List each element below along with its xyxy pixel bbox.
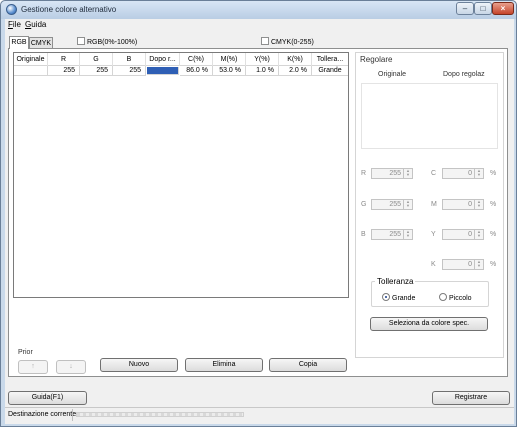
rgb-percent-option[interactable]: RGB(0%-100%) — [77, 37, 137, 47]
spin-arrows-icon[interactable]: ▲ ▼ — [474, 230, 483, 239]
minimize-button[interactable]: – — [456, 2, 474, 15]
color-table: Originale R G B Dopo r... C(%) M(%) Y(%)… — [13, 52, 349, 298]
regolare-col-dopo: Dopo regolaz — [443, 71, 485, 78]
b-label: B — [361, 231, 366, 238]
c-percent: % — [490, 170, 497, 177]
col-header-r[interactable]: R — [48, 53, 80, 66]
cmyk-range-checkbox[interactable] — [261, 37, 269, 45]
status-separator — [72, 409, 73, 421]
regolare-title: Regolare — [360, 55, 393, 64]
cell-g: 255 — [80, 66, 113, 76]
g-stepper[interactable]: 255 ▲ ▼ — [371, 199, 413, 210]
spin-arrows-icon[interactable]: ▲ ▼ — [403, 230, 412, 239]
c-value: 0 — [468, 170, 472, 177]
b-value: 255 — [389, 231, 401, 238]
radio-piccolo[interactable] — [439, 293, 447, 301]
copia-button[interactable]: Copia — [269, 358, 347, 372]
radio-grande[interactable] — [382, 293, 390, 301]
col-header-dopo[interactable]: Dopo r... — [146, 53, 180, 66]
app-window: Gestione colore alternativo – □ × File G… — [0, 0, 517, 427]
seleziona-colore-button[interactable]: Seleziona da colore spec. — [370, 317, 488, 331]
app-icon — [6, 4, 17, 15]
c-label: C — [431, 170, 437, 177]
registrare-button[interactable]: Registrare — [432, 391, 510, 405]
status-bar: Destinazione corrente — [5, 407, 514, 421]
move-up-button[interactable]: ↑ — [18, 360, 48, 374]
r-stepper[interactable]: 255 ▲ ▼ — [371, 168, 413, 179]
status-text: Destinazione corrente — [8, 411, 77, 418]
col-header-c[interactable]: C(%) — [180, 53, 213, 66]
tab-rgb[interactable]: RGB — [9, 36, 29, 49]
m-stepper[interactable]: 0 ▲ ▼ — [442, 199, 484, 210]
cell-b: 255 — [113, 66, 146, 76]
spin-arrows-icon[interactable]: ▲ ▼ — [403, 169, 412, 178]
y-stepper[interactable]: 0 ▲ ▼ — [442, 229, 484, 240]
col-header-m[interactable]: M(%) — [213, 53, 246, 66]
tolleranza-title: Tolleranza — [375, 277, 416, 286]
k-value: 0 — [468, 261, 472, 268]
nuovo-button[interactable]: Nuovo — [100, 358, 178, 372]
regolare-group: Regolare Originale Dopo regolaz R 255 ▲ ▼… — [355, 52, 504, 358]
k-label: K — [431, 261, 436, 268]
col-header-originale[interactable]: Originale — [14, 53, 48, 66]
close-button[interactable]: × — [492, 2, 514, 15]
menu-file[interactable]: File — [8, 20, 21, 29]
spin-arrows-icon[interactable]: ▲ ▼ — [474, 169, 483, 178]
cell-k: 2.0 % — [279, 66, 312, 76]
regolare-col-originale: Originale — [378, 71, 407, 78]
cell-after-swatch — [147, 67, 179, 75]
cmyk-range-label: CMYK(0-255) — [271, 39, 314, 46]
cell-m: 53.0 % — [213, 66, 246, 76]
move-down-button[interactable]: ↓ — [56, 360, 86, 374]
y-value: 0 — [468, 231, 472, 238]
guida-button[interactable]: Guida(F1) — [8, 391, 87, 405]
m-label: M — [431, 201, 437, 208]
c-stepper[interactable]: 0 ▲ ▼ — [442, 168, 484, 179]
spin-arrows-icon[interactable]: ▲ ▼ — [474, 260, 483, 269]
elimina-button[interactable]: Elimina — [185, 358, 263, 372]
menu-guida[interactable]: Guida — [25, 20, 46, 29]
col-header-tolleranza[interactable]: Tollera... — [312, 53, 348, 66]
table-row[interactable]: 255 255 255 86.0 % 53.0 % 1.0 % 2.0 % Gr… — [14, 66, 348, 76]
tolleranza-piccolo-option[interactable]: Piccolo — [439, 293, 472, 303]
y-label: Y — [431, 231, 436, 238]
col-header-g[interactable]: G — [80, 53, 113, 66]
rgb-percent-checkbox[interactable] — [77, 37, 85, 45]
maximize-button[interactable]: □ — [474, 2, 492, 15]
spin-arrows-icon[interactable]: ▲ ▼ — [474, 200, 483, 209]
radio-piccolo-label: Piccolo — [449, 295, 472, 302]
r-value: 255 — [389, 170, 401, 177]
tolleranza-grande-option[interactable]: Grande — [382, 293, 415, 303]
r-label: R — [361, 170, 367, 177]
cell-r: 255 — [48, 66, 80, 76]
m-value: 0 — [468, 201, 472, 208]
col-header-b[interactable]: B — [113, 53, 146, 66]
spin-arrows-icon[interactable]: ▲ ▼ — [403, 200, 412, 209]
cell-c: 86.0 % — [180, 66, 213, 76]
cell-tolleranza: Grande — [312, 66, 348, 76]
menu-bar: File Guida — [5, 19, 514, 31]
m-percent: % — [490, 201, 497, 208]
rgb-percent-label: RGB(0%-100%) — [87, 39, 138, 46]
y-percent: % — [490, 231, 497, 238]
col-header-k[interactable]: K(%) — [279, 53, 312, 66]
b-stepper[interactable]: 255 ▲ ▼ — [371, 229, 413, 240]
color-preview — [361, 83, 498, 149]
window-title: Gestione colore alternativo — [21, 5, 117, 14]
title-bar: Gestione colore alternativo – □ × — [1, 1, 516, 19]
prior-label: Prior — [18, 349, 33, 356]
k-stepper[interactable]: 0 ▲ ▼ — [442, 259, 484, 270]
cell-originale — [14, 66, 48, 76]
cmyk-range-option[interactable]: CMYK(0-255) — [261, 37, 314, 47]
k-percent: % — [490, 261, 497, 268]
col-header-y[interactable]: Y(%) — [246, 53, 279, 66]
radio-grande-label: Grande — [392, 295, 416, 302]
table-header: Originale R G B Dopo r... C(%) M(%) Y(%)… — [14, 53, 348, 66]
g-value: 255 — [389, 201, 401, 208]
client-area: File Guida RGB CMYK RGB(0%-100%) CMYK(0-… — [5, 19, 514, 424]
g-label: G — [361, 201, 367, 208]
cell-y: 1.0 % — [246, 66, 279, 76]
status-progress — [76, 412, 244, 417]
